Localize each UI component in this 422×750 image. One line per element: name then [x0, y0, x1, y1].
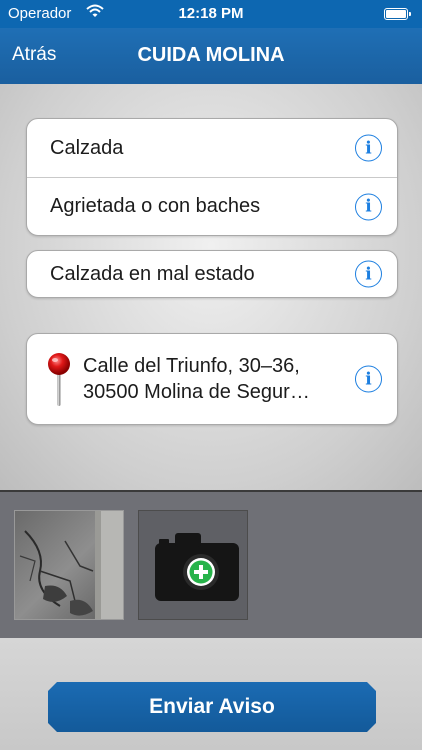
report-form: Calzada i Agrietada o con baches i Calza…: [0, 84, 422, 490]
bottom-bar: Enviar Aviso: [0, 638, 422, 750]
description-label: Calzada en mal estado: [50, 262, 255, 285]
clock: 12:18 PM: [178, 5, 244, 22]
map-pin-icon: [45, 352, 73, 408]
category-row[interactable]: Calzada i: [27, 119, 397, 177]
subcategory-info-icon[interactable]: i: [355, 193, 382, 220]
address-info-icon[interactable]: i: [355, 365, 382, 393]
description-group: Calzada en mal estado i: [26, 250, 398, 298]
attached-photo-thumbnail[interactable]: [14, 510, 124, 620]
location-group: Calle del Triunfo, 30–36, 30500 Molina d…: [26, 333, 398, 425]
photo-strip: [0, 490, 422, 638]
category-group: Calzada i Agrietada o con baches i: [26, 118, 398, 236]
status-bar: Operador 12:18 PM: [0, 0, 422, 28]
battery-icon: [384, 8, 411, 20]
page-title: CUIDA MOLINA: [137, 44, 285, 66]
camera-add-icon: [139, 533, 249, 625]
address-line-1: Calle del Triunfo, 30–36,: [83, 355, 300, 377]
navigation-bar: Atrás CUIDA MOLINA: [0, 28, 422, 84]
description-info-icon[interactable]: i: [355, 260, 382, 288]
send-report-button[interactable]: Enviar Aviso: [48, 682, 376, 732]
address-row[interactable]: Calle del Triunfo, 30–36, 30500 Molina d…: [27, 334, 397, 424]
category-info-icon[interactable]: i: [355, 134, 382, 162]
subcategory-label: Agrietada o con baches: [50, 195, 261, 217]
description-row[interactable]: Calzada en mal estado i: [27, 251, 397, 297]
category-label: Calzada: [50, 136, 124, 159]
address-line-2: 30500 Molina de Segur…: [83, 381, 310, 403]
address-text: Calle del Triunfo, 30–36, 30500 Molina d…: [83, 353, 310, 405]
add-photo-button[interactable]: [138, 510, 248, 620]
subcategory-row[interactable]: Agrietada o con baches i: [27, 177, 397, 235]
